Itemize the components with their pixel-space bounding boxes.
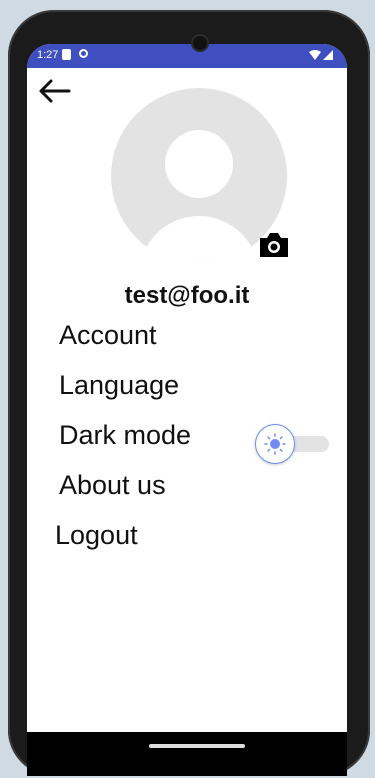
menu-item-language[interactable]: Language — [59, 370, 179, 401]
wifi-icon — [309, 50, 321, 60]
menu-item-account[interactable]: Account — [59, 320, 157, 351]
status-bar: 1:27 — [27, 44, 347, 68]
avatar-head-shape — [165, 130, 233, 198]
back-button[interactable] — [37, 78, 73, 108]
menu-item-dark-mode[interactable]: Dark mode — [59, 420, 191, 451]
toggle-thumb — [255, 424, 295, 464]
app-screen: 1:27 test@foo.it Account Language Dark m… — [27, 44, 347, 740]
menu-item-logout[interactable]: Logout — [55, 520, 138, 551]
camera-icon — [260, 233, 288, 257]
system-nav-bar — [27, 732, 347, 776]
sync-icon — [79, 49, 88, 58]
menu-item-about-us[interactable]: About us — [59, 470, 166, 501]
status-time: 1:27 — [37, 49, 59, 61]
sun-icon — [264, 433, 286, 455]
battery-icon — [323, 50, 333, 60]
change-photo-button[interactable] — [257, 230, 291, 260]
back-arrow-icon — [39, 79, 71, 103]
home-indicator[interactable] — [149, 744, 245, 748]
sim-icon — [62, 49, 71, 60]
dark-mode-toggle[interactable] — [255, 424, 333, 464]
front-camera — [193, 36, 207, 50]
avatar-body-shape — [139, 216, 259, 264]
user-email: test@foo.it — [124, 282, 250, 309]
